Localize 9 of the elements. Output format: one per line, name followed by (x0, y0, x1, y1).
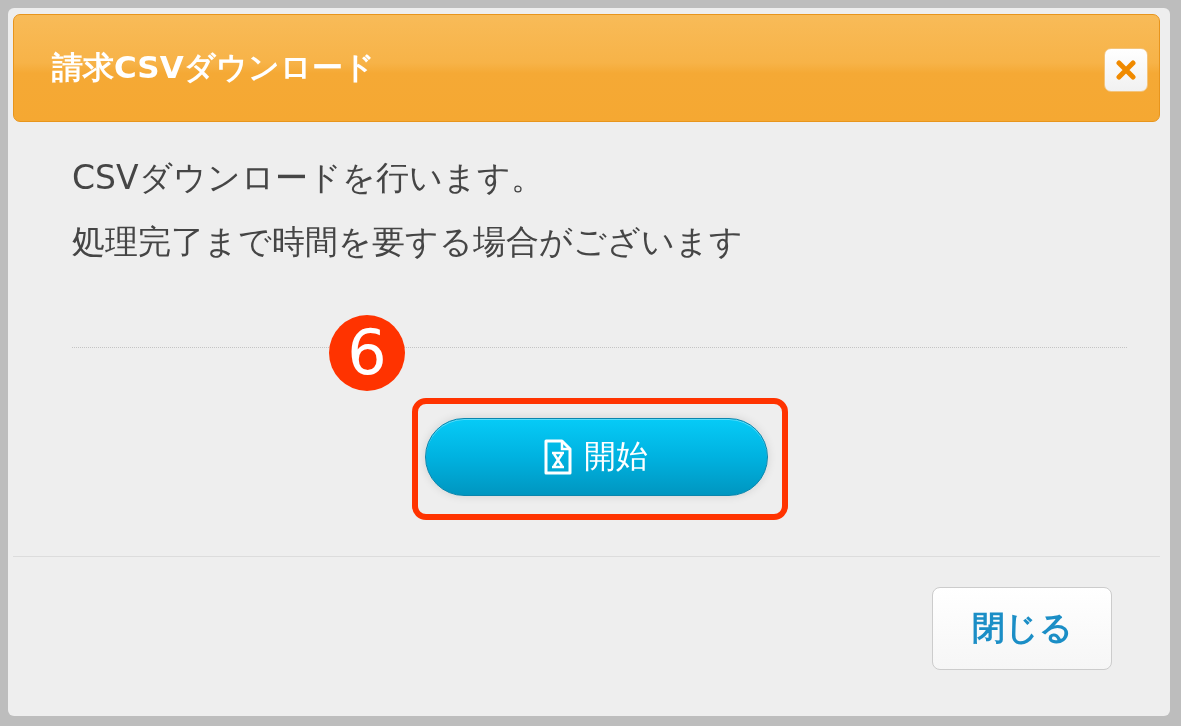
dialog-title: 請求CSVダウンロード (52, 48, 375, 87)
close-icon (1116, 60, 1136, 80)
message-text: 処理完了まで時間を要する場合がございます (72, 221, 744, 263)
step-number-badge: 6 (329, 315, 405, 391)
close-button[interactable] (1104, 48, 1148, 92)
close-dialog-button[interactable]: 閉じる (932, 587, 1112, 670)
message-text: CSVダウンロードを行います。 (72, 157, 545, 199)
start-button[interactable]: 開始 (424, 418, 768, 496)
file-icon (544, 439, 572, 475)
